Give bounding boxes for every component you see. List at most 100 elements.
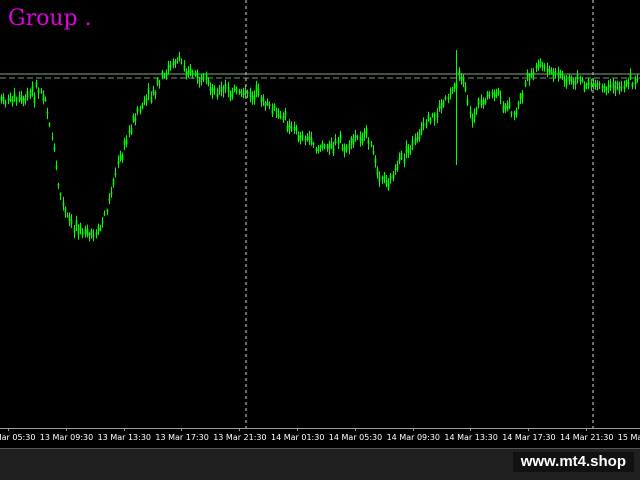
candle-body xyxy=(594,83,597,87)
candle-body xyxy=(416,137,419,141)
candle-body xyxy=(475,108,478,111)
candle-body xyxy=(447,97,450,100)
candle-body xyxy=(486,92,489,98)
time-axis-label: 13 Mar 09:30 xyxy=(39,433,94,442)
candle-body xyxy=(471,117,474,122)
candle-body xyxy=(79,226,82,231)
candle-body xyxy=(431,114,434,116)
candle-body xyxy=(123,140,126,145)
candle-body xyxy=(218,89,221,92)
candle-body xyxy=(229,94,232,101)
candle-body xyxy=(627,82,630,85)
candle-body xyxy=(172,61,175,66)
candle-body xyxy=(161,71,164,78)
time-axis-tick xyxy=(123,428,125,431)
time-axis-label: 14 Mar 21:30 xyxy=(560,433,614,442)
candle-body xyxy=(95,232,98,236)
candle-body xyxy=(508,102,511,108)
candle-body xyxy=(150,96,153,103)
candle-body xyxy=(158,83,161,85)
candle-body xyxy=(73,228,76,233)
candle-body xyxy=(429,118,432,123)
time-axis-tick xyxy=(354,428,356,431)
candle-body xyxy=(26,91,29,98)
candle-body xyxy=(152,89,155,93)
candle-body xyxy=(427,114,430,121)
candle-body xyxy=(202,74,205,80)
candle-body xyxy=(396,164,399,171)
candle-body xyxy=(387,183,390,190)
watermark-logo: www.mt4.shop xyxy=(512,452,634,472)
candle-body xyxy=(394,168,397,170)
candle-body xyxy=(207,80,210,85)
candle-body xyxy=(233,86,236,91)
candle-body xyxy=(216,93,219,98)
candle-body xyxy=(587,79,590,86)
candle-body xyxy=(46,111,49,114)
candle-body xyxy=(444,97,447,100)
candle-body xyxy=(629,73,632,79)
candle-body xyxy=(488,94,491,97)
candle-body xyxy=(539,60,542,66)
candle-body xyxy=(101,220,104,223)
candle-body xyxy=(317,148,320,152)
candle-body xyxy=(59,193,62,196)
candle-body xyxy=(581,79,584,82)
candle-body xyxy=(141,104,144,109)
candle-body xyxy=(515,110,518,116)
candle-body xyxy=(211,88,214,95)
candle-body xyxy=(242,93,245,96)
candle-body xyxy=(590,82,593,88)
candle-body xyxy=(106,209,109,212)
candle-body xyxy=(493,92,496,97)
candle-body xyxy=(455,83,458,89)
candle-body xyxy=(381,177,384,180)
time-axis-label: 14 Mar 09:30 xyxy=(386,433,441,442)
time-axis-tick xyxy=(181,428,183,431)
candle-body xyxy=(286,125,289,131)
candle-body xyxy=(139,109,142,113)
candle-body xyxy=(99,227,102,231)
candle-body xyxy=(383,176,386,179)
candle-body xyxy=(174,60,177,64)
candle-body xyxy=(361,137,364,144)
time-axis-tick xyxy=(65,428,67,431)
time-axis-label: 13 Mar 21:30 xyxy=(213,433,267,442)
candle-body xyxy=(449,93,452,96)
candle-body xyxy=(90,230,93,235)
candle-body xyxy=(546,68,549,72)
time-axis-tick xyxy=(297,428,298,431)
candle-body xyxy=(374,158,377,163)
candle-body xyxy=(460,76,463,81)
candle-body xyxy=(209,87,212,91)
candle-body xyxy=(64,207,67,213)
price-chart[interactable]: Group . xyxy=(0,0,640,428)
candle-body xyxy=(4,101,7,104)
candle-body xyxy=(297,135,300,141)
candle-body xyxy=(282,116,285,120)
candle-body xyxy=(251,96,254,100)
candle-body xyxy=(557,72,560,78)
candle-body xyxy=(414,138,417,144)
candle-body xyxy=(425,121,428,127)
candle-body xyxy=(405,146,408,153)
candle-body xyxy=(352,138,355,145)
candle-body xyxy=(68,216,71,221)
candle-body xyxy=(84,228,87,235)
candle-body xyxy=(568,76,571,82)
candle-body xyxy=(77,228,80,235)
candle-body xyxy=(132,115,135,122)
candle-body xyxy=(418,132,421,139)
candle-body xyxy=(29,90,32,97)
candle-body xyxy=(365,128,368,134)
candle-body xyxy=(403,158,406,164)
candle-body xyxy=(458,70,461,76)
candle-body xyxy=(559,71,562,75)
candle-body xyxy=(24,98,27,101)
candle-body xyxy=(295,127,298,131)
candle-body xyxy=(7,98,10,101)
candle-body xyxy=(194,72,197,76)
candlestick-chart[interactable] xyxy=(0,0,640,428)
candle-body xyxy=(603,85,606,88)
candle-body xyxy=(273,105,276,109)
